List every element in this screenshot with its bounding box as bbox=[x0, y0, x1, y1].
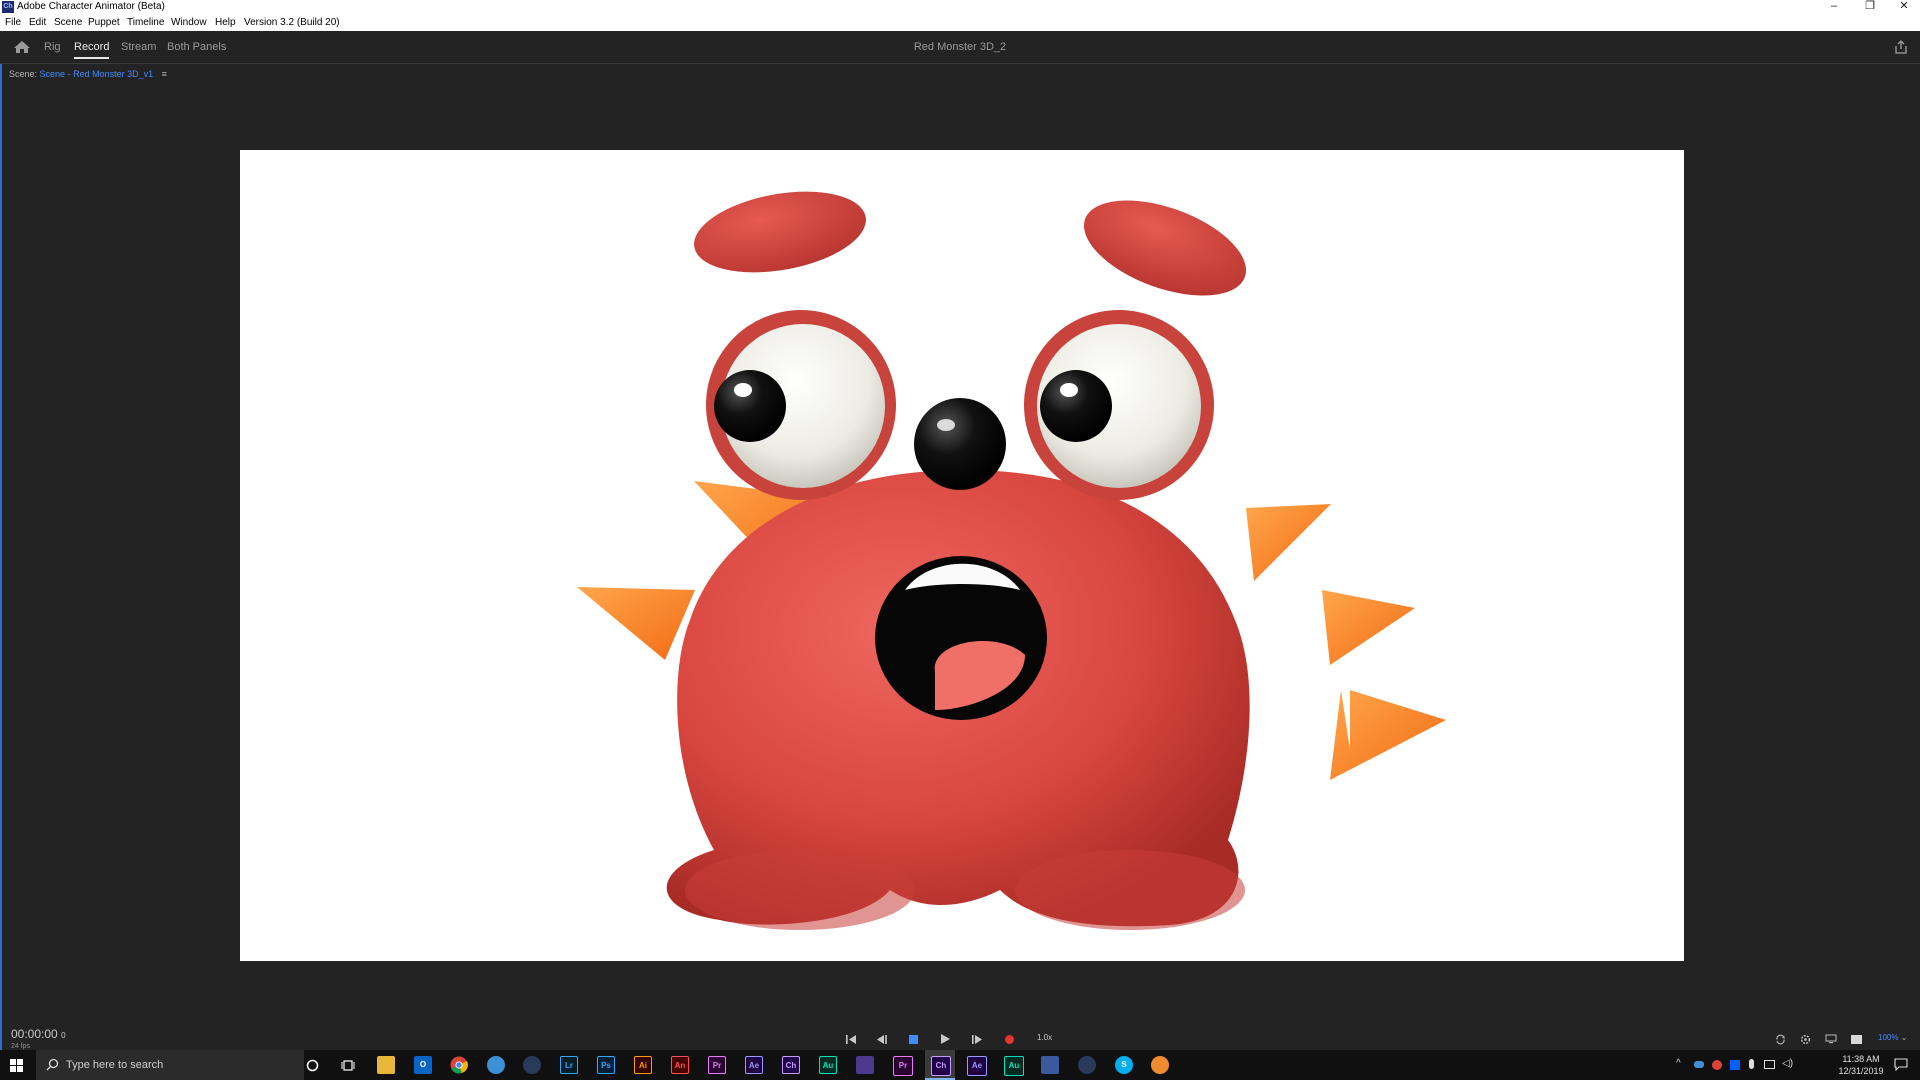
taskbar-search[interactable]: Type here to search bbox=[36, 1050, 304, 1080]
left-ear-cap bbox=[694, 191, 866, 273]
monster-puppet bbox=[577, 191, 1446, 930]
chrome-icon[interactable] bbox=[450, 1056, 468, 1074]
tray-cloud-icon[interactable] bbox=[1694, 1061, 1704, 1068]
cinema4d-icon[interactable] bbox=[523, 1056, 541, 1074]
cortana-icon[interactable] bbox=[306, 1059, 319, 1072]
menu-bar: File Edit Scene Puppet Timeline Window H… bbox=[0, 14, 1920, 31]
notification-icon[interactable] bbox=[1894, 1058, 1908, 1071]
animate-icon[interactable]: An bbox=[671, 1056, 689, 1074]
zoom-level[interactable]: 100% ⌄ bbox=[1878, 1033, 1907, 1042]
character-animator-active-icon[interactable]: Ch bbox=[931, 1056, 951, 1076]
skip-start-icon bbox=[846, 1034, 856, 1044]
app-icon: Ch bbox=[2, 1, 14, 13]
skype-icon[interactable]: S bbox=[1115, 1056, 1133, 1074]
windows-start-icon[interactable] bbox=[10, 1059, 23, 1072]
photoshop-icon[interactable]: Ps bbox=[597, 1056, 615, 1074]
menu-help[interactable]: Help bbox=[215, 14, 236, 31]
windows-taskbar: Type here to search O Lr Ps Ai An Pr Ae … bbox=[0, 1050, 1920, 1080]
monitor-icon bbox=[1825, 1034, 1837, 1044]
play-icon bbox=[940, 1034, 950, 1044]
clock-time: 11:38 AM bbox=[1842, 1054, 1880, 1064]
menu-scene[interactable]: Scene bbox=[54, 14, 82, 31]
scene-name-link[interactable]: Scene - Red Monster 3D_v1 bbox=[40, 69, 154, 79]
audition-icon[interactable]: Au bbox=[819, 1056, 837, 1074]
scene-panel: Scene: Scene - Red Monster 3D_v1 ≡ 00:00… bbox=[0, 64, 1920, 1050]
fps-label: 24 fps bbox=[11, 1043, 31, 1050]
tray-volume-icon[interactable]: ◁) bbox=[1782, 1058, 1793, 1069]
illustrator-icon[interactable]: Ai bbox=[634, 1056, 652, 1074]
monster-nose bbox=[914, 398, 1006, 490]
after-effects-alt-icon[interactable]: Ae bbox=[967, 1056, 987, 1076]
tray-chrome-icon[interactable] bbox=[1712, 1060, 1722, 1070]
tray-mic-icon[interactable] bbox=[1749, 1059, 1754, 1069]
loop-button[interactable] bbox=[1773, 1032, 1787, 1046]
tray-chevron-icon[interactable]: ^ bbox=[1676, 1058, 1681, 1069]
close-button[interactable]: ✕ bbox=[1886, 0, 1920, 14]
gear-icon bbox=[1800, 1034, 1810, 1044]
stop-button[interactable] bbox=[906, 1032, 920, 1046]
clock-date: 12/31/2019 bbox=[1838, 1066, 1884, 1076]
premiere-icon[interactable]: Pr bbox=[708, 1056, 726, 1074]
menu-puppet[interactable]: Puppet bbox=[88, 14, 120, 31]
share-icon[interactable] bbox=[1894, 40, 1908, 54]
outlook-icon[interactable]: O bbox=[414, 1056, 432, 1074]
record-icon bbox=[1004, 1034, 1014, 1044]
output-button[interactable] bbox=[1824, 1032, 1838, 1046]
left-eye bbox=[706, 310, 896, 500]
menu-edit[interactable]: Edit bbox=[29, 14, 46, 31]
record-button[interactable] bbox=[1002, 1032, 1016, 1046]
step-forward-button[interactable] bbox=[970, 1032, 984, 1046]
lightroom-icon[interactable]: Lr bbox=[560, 1056, 578, 1074]
step-back-button[interactable] bbox=[875, 1032, 889, 1046]
scene-selector[interactable]: Scene: Scene - Red Monster 3D_v1 ≡ bbox=[9, 68, 167, 80]
window-title: Adobe Character Animator (Beta) bbox=[17, 1, 165, 12]
workspace-bar: Rig Record Stream Both Panels Red Monste… bbox=[0, 31, 1920, 64]
go-to-start-button[interactable] bbox=[844, 1032, 858, 1046]
right-ear-cap bbox=[1083, 200, 1247, 296]
image-app-icon[interactable] bbox=[1041, 1056, 1059, 1074]
minimize-button[interactable]: – bbox=[1816, 0, 1852, 14]
play-button[interactable] bbox=[938, 1032, 952, 1046]
playback-speed[interactable]: 1.0x bbox=[1037, 1033, 1052, 1042]
system-clock[interactable]: 11:38 AM 12/31/2019 bbox=[1836, 1053, 1886, 1077]
background-toggle[interactable] bbox=[1849, 1032, 1863, 1046]
scene-stage[interactable] bbox=[240, 150, 1684, 961]
cinema4d-alt-icon[interactable] bbox=[1078, 1056, 1096, 1074]
menu-version: Version 3.2 (Build 20) bbox=[244, 17, 340, 28]
character-animator-icon[interactable]: Ch bbox=[782, 1056, 800, 1074]
monster-mouth bbox=[875, 556, 1047, 720]
loop-icon bbox=[1775, 1034, 1785, 1044]
browser-icon[interactable] bbox=[487, 1056, 505, 1074]
stop-icon bbox=[908, 1034, 918, 1044]
step-back-icon bbox=[877, 1034, 887, 1044]
square-icon bbox=[1850, 1034, 1862, 1044]
chevron-down-icon: ⌄ bbox=[1900, 1033, 1908, 1042]
tray-dropbox-icon[interactable] bbox=[1730, 1060, 1740, 1070]
premiere-rush-icon[interactable]: Pr bbox=[893, 1056, 913, 1076]
menu-window[interactable]: Window bbox=[171, 14, 207, 31]
document-title: Red Monster 3D_2 bbox=[913, 41, 1007, 53]
search-icon bbox=[46, 1058, 59, 1071]
step-forward-icon bbox=[972, 1034, 982, 1044]
scene-menu-icon[interactable]: ≡ bbox=[162, 69, 167, 79]
scene-prefix: Scene: bbox=[9, 69, 38, 79]
audition-alt-icon[interactable]: Au bbox=[1004, 1056, 1024, 1076]
timecode-display[interactable]: 00:00:00 0 bbox=[11, 1027, 66, 1041]
file-explorer-icon[interactable] bbox=[377, 1056, 395, 1074]
title-bar: Ch Adobe Character Animator (Beta) – ❐ ✕ bbox=[0, 0, 1920, 14]
after-effects-icon[interactable]: Ae bbox=[745, 1056, 763, 1074]
restore-button[interactable]: ❐ bbox=[1852, 0, 1888, 14]
tray-network-icon[interactable] bbox=[1764, 1060, 1775, 1069]
menu-timeline[interactable]: Timeline bbox=[127, 14, 164, 31]
menu-file[interactable]: File bbox=[5, 14, 21, 31]
settings-button[interactable] bbox=[1798, 1032, 1812, 1046]
media-encoder-icon[interactable] bbox=[856, 1056, 874, 1074]
task-view-icon[interactable] bbox=[341, 1059, 355, 1072]
spikes-right bbox=[1246, 504, 1446, 780]
search-placeholder: Type here to search bbox=[66, 1059, 164, 1071]
blender-icon[interactable] bbox=[1151, 1056, 1169, 1074]
right-eye bbox=[1024, 310, 1214, 500]
